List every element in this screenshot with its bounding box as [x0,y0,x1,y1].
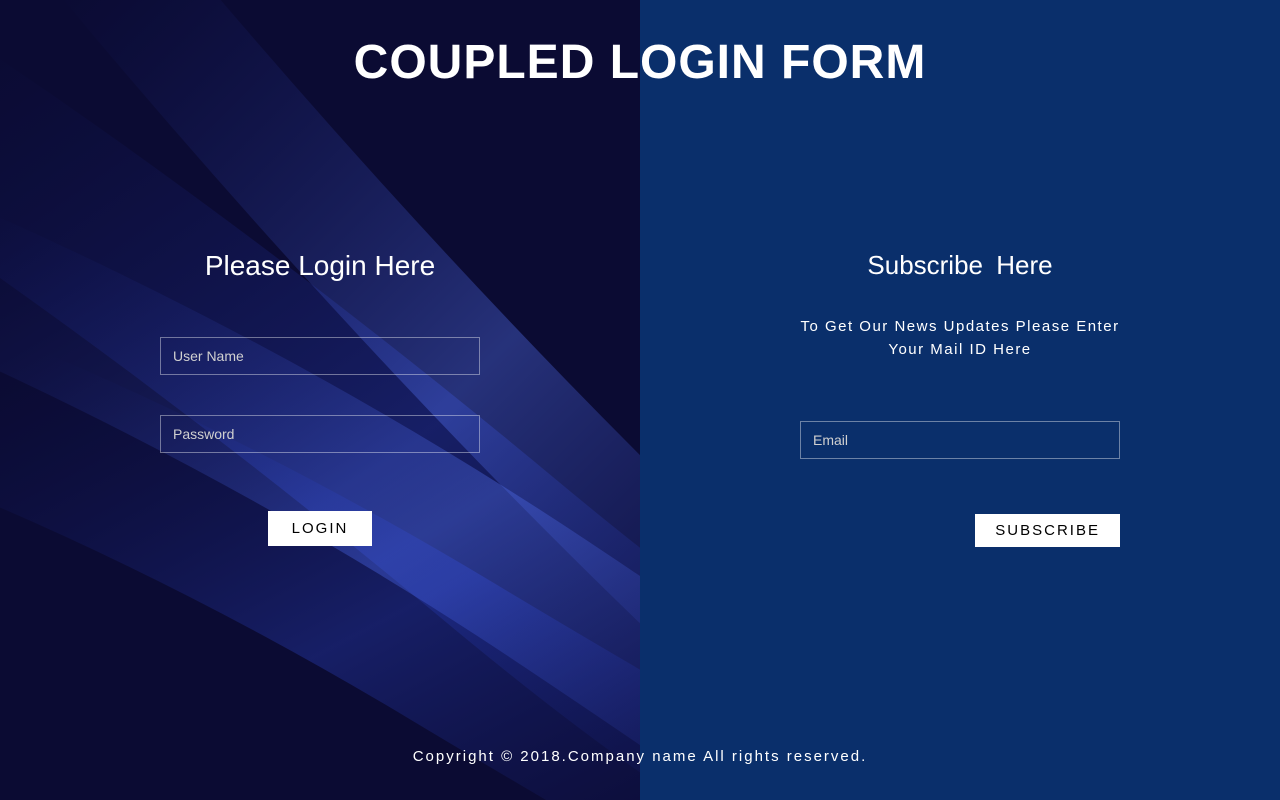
main-container: Please Login Here LOGIN Subscribe Here T… [0,0,1280,800]
subscribe-form: Subscribe Here To Get Our News Updates P… [800,250,1120,547]
login-heading: Please Login Here [160,250,480,282]
subscribe-description: To Get Our News Updates Please Enter You… [800,316,1120,361]
page-title: COUPLED LOGIN FORM [0,35,1280,90]
subscribe-button[interactable]: SUBSCRIBE [975,514,1120,547]
login-panel: Please Login Here LOGIN [0,0,640,800]
password-input[interactable] [160,415,480,453]
email-input[interactable] [800,421,1120,459]
subscribe-panel: Subscribe Here To Get Our News Updates P… [640,0,1280,800]
username-input[interactable] [160,337,480,375]
footer-copyright: Copyright © 2018.Company name All rights… [0,748,1280,765]
login-form: Please Login Here LOGIN [160,250,480,546]
login-button[interactable]: LOGIN [268,511,373,546]
subscribe-heading: Subscribe Here [800,250,1120,281]
